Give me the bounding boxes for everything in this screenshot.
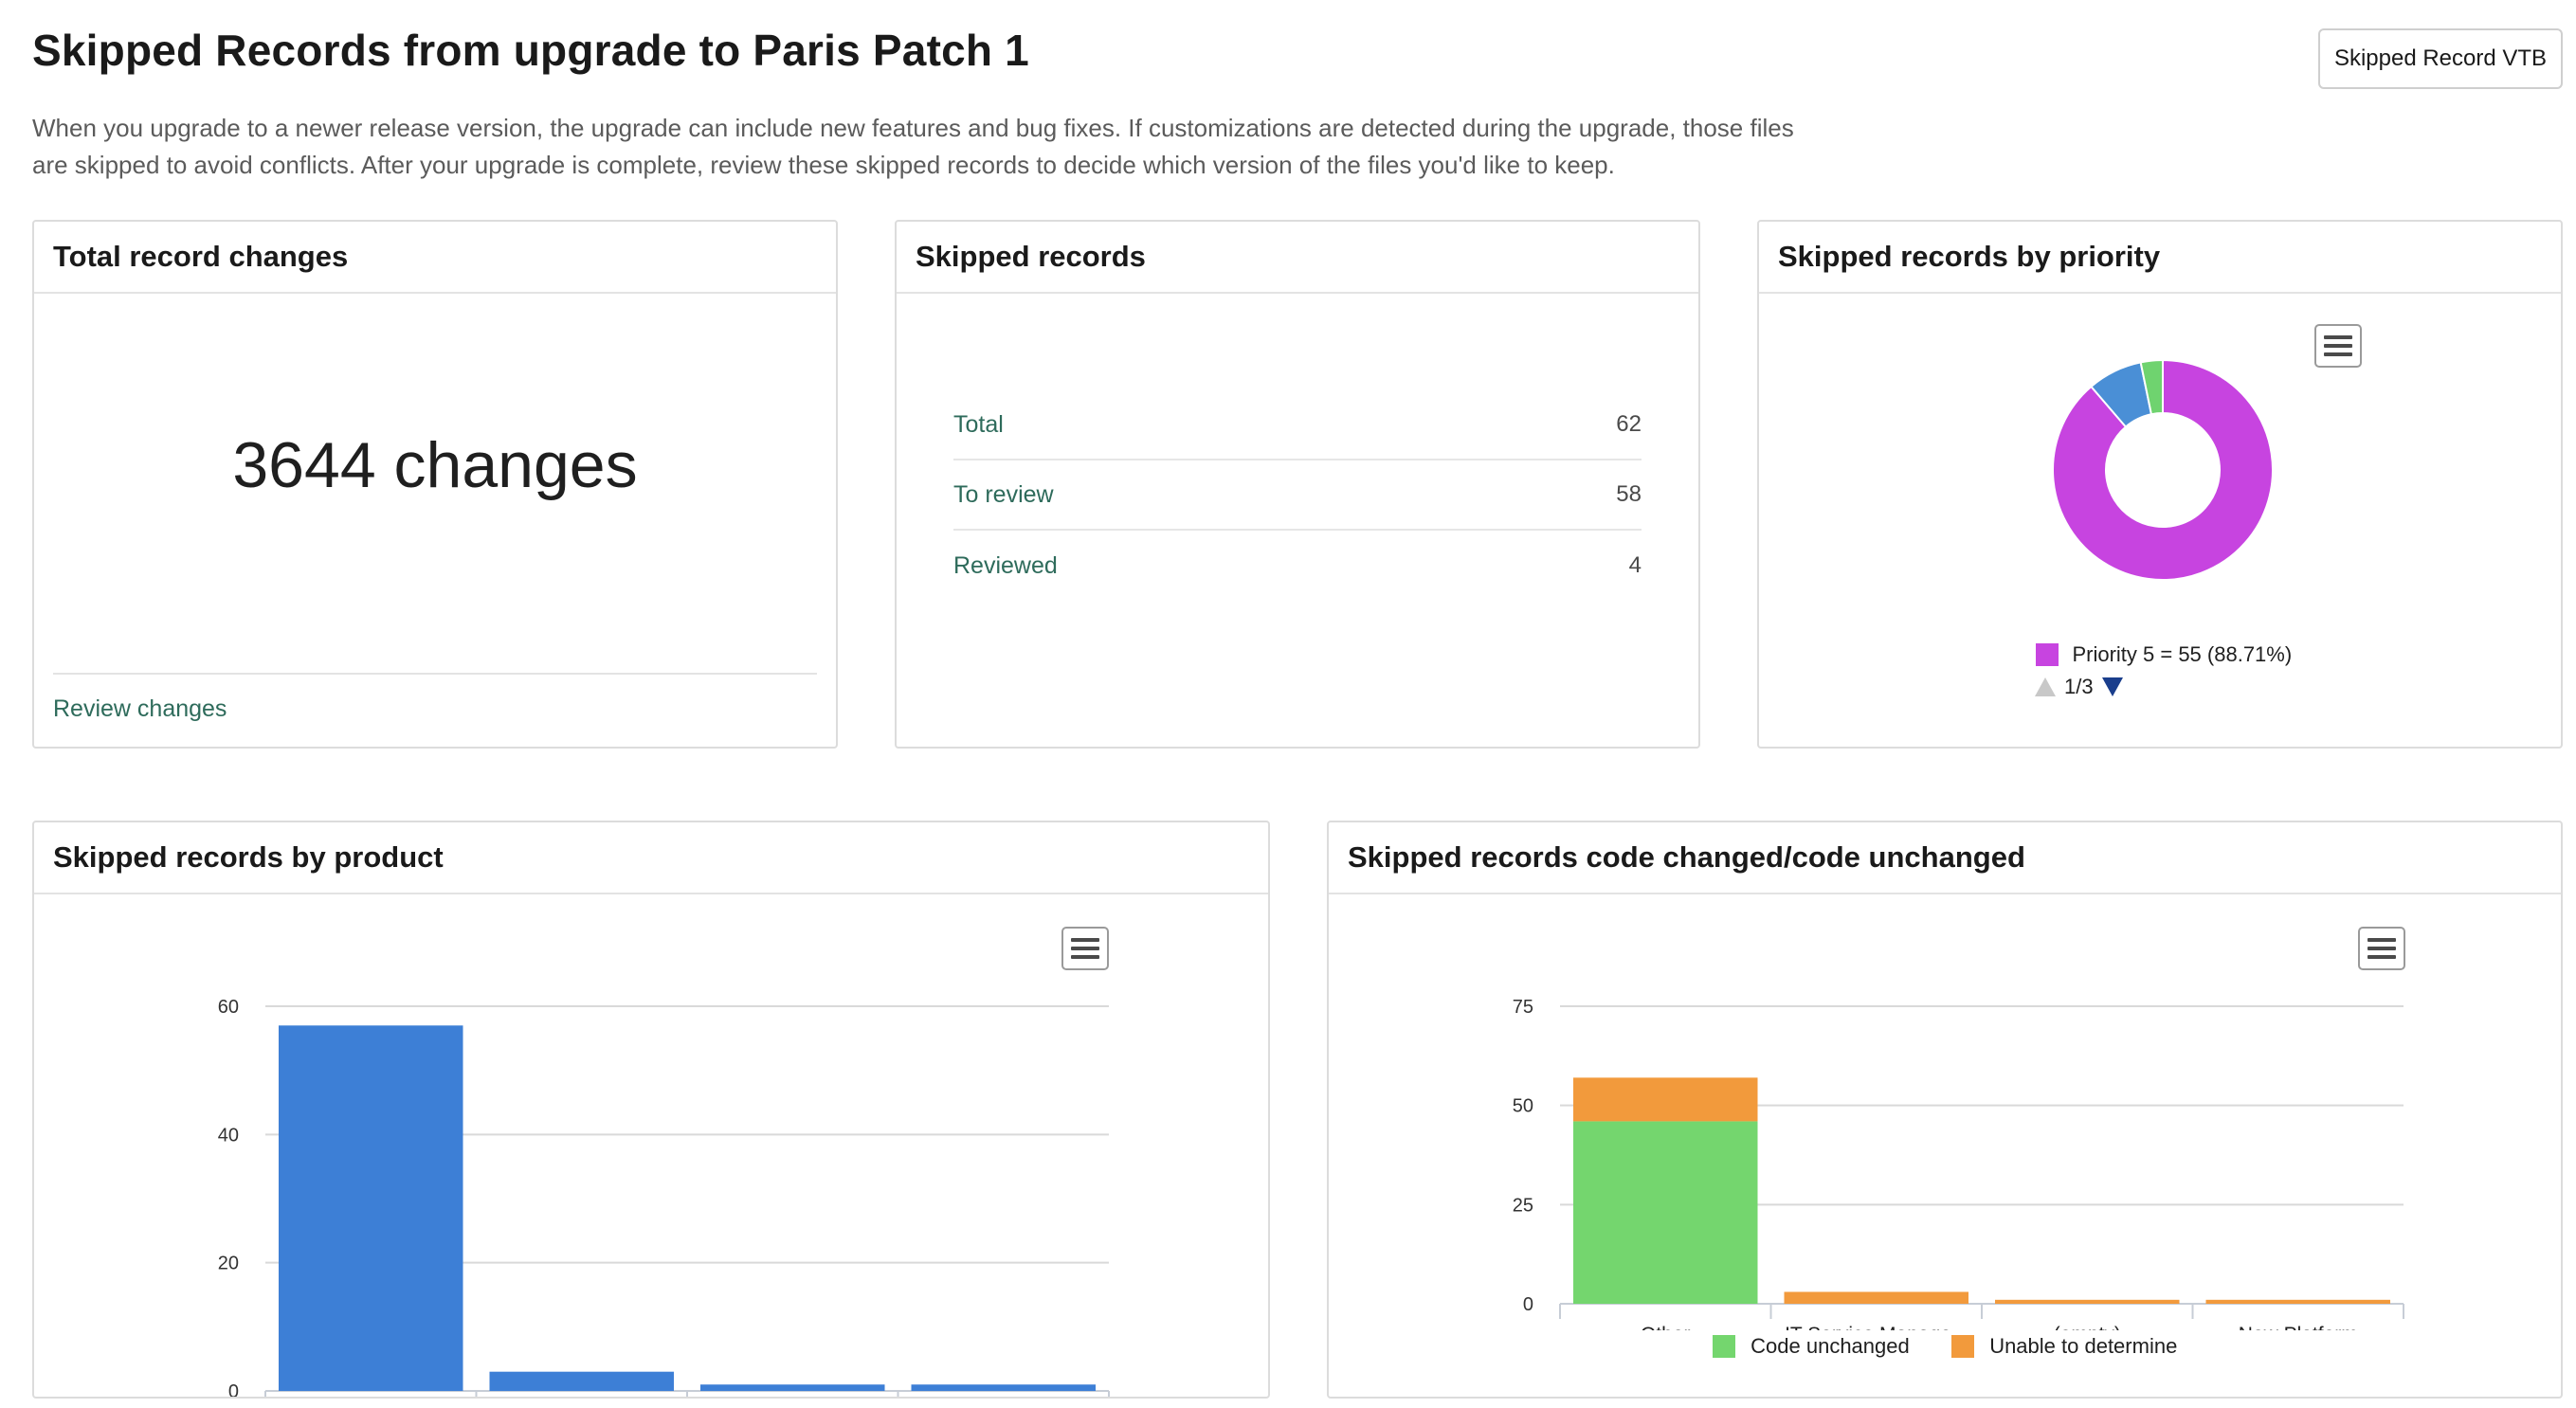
skipped-record-vtb-button[interactable]: Skipped Record VTB [2318, 28, 2563, 89]
card-title: Skipped records [897, 222, 1698, 294]
stat-value: 58 [1616, 481, 1642, 507]
stat-label[interactable]: Reviewed [953, 552, 1058, 580]
x-tick-label: Other [1641, 1324, 1691, 1330]
bar-segment[interactable] [1573, 1077, 1758, 1122]
priority-donut-chart [2052, 358, 2274, 581]
review-changes-link[interactable]: Review changes [53, 695, 227, 723]
stat-value: 4 [1628, 552, 1642, 578]
dashboard-page: Skipped Records from upgrade to Paris Pa… [0, 0, 2576, 1408]
bar[interactable] [700, 1384, 885, 1391]
x-tick-label: IT Service Manage... [1785, 1324, 1968, 1330]
legend-item-code-unchanged[interactable]: Code unchanged [1712, 1334, 1910, 1359]
y-tick-label: 0 [228, 1381, 239, 1397]
legend-label: Unable to determine [1989, 1334, 2178, 1358]
description-line-1: When you upgrade to a newer release vers… [32, 114, 1794, 142]
legend-pager: 1/3 [2034, 675, 2124, 699]
legend-swatch [1712, 1335, 1735, 1358]
skipped-records-list: Total 62 To review 58 Reviewed 4 [953, 390, 1642, 601]
card-title: Skipped records code changed/code unchan… [1329, 822, 2561, 894]
bar-segment[interactable] [1573, 1121, 1758, 1304]
stat-value: 62 [1616, 411, 1642, 437]
pager-down-icon[interactable] [2101, 677, 2124, 697]
y-tick-label: 20 [218, 1254, 239, 1274]
x-tick-label: (empty) [2054, 1324, 2121, 1330]
code-changed-bar-chart: 0 25 50 75 Other IT Service Manage... (empty) N… [1513, 997, 2404, 1330]
stat-label[interactable]: Total [953, 411, 1004, 439]
y-tick-label: 25 [1513, 1195, 1533, 1216]
skipped-by-priority-card: Skipped records by priority Priority 5 =… [1757, 220, 2563, 749]
stat-label[interactable]: To review [953, 481, 1054, 509]
bar[interactable] [911, 1384, 1097, 1391]
legend-item-unable-to-determine[interactable]: Unable to determine [1950, 1334, 2178, 1359]
card-title: Skipped records by product [34, 822, 1268, 894]
y-tick-label: 75 [1513, 997, 1533, 1018]
pager-text: 1/3 [2064, 675, 2094, 698]
stat-row-reviewed[interactable]: Reviewed 4 [953, 531, 1642, 601]
legend-swatch [1950, 1335, 1974, 1358]
card-title: Total record changes [34, 222, 836, 294]
skipped-records-card: Skipped records Total 62 To review 58 Re… [895, 220, 1700, 749]
bar[interactable] [489, 1371, 675, 1391]
legend-label[interactable]: Priority 5 = 55 (88.71%) [2072, 642, 2292, 666]
bar-segment[interactable] [2205, 1299, 2391, 1304]
y-tick-label: 0 [1523, 1294, 1533, 1315]
y-tick-label: 60 [218, 997, 239, 1018]
y-tick-label: 50 [1513, 1096, 1533, 1117]
page-description: When you upgrade to a newer release vers… [32, 110, 1833, 184]
total-changes-value[interactable]: 3644 changes [34, 428, 836, 502]
bar[interactable] [279, 1025, 463, 1391]
divider [53, 673, 817, 675]
legend-label: Code unchanged [1751, 1334, 1910, 1358]
x-tick-label: Now Platform [2239, 1324, 2358, 1330]
card-title: Skipped records by priority [1759, 222, 2561, 294]
legend-swatch-priority-5[interactable] [2036, 643, 2059, 666]
bar-segment[interactable] [1995, 1299, 2180, 1304]
pie-legend: Priority 5 = 55 (88.71%) [2036, 642, 2292, 667]
total-record-changes-card: Total record changes 3644 changes Review… [32, 220, 838, 749]
y-tick-label: 40 [218, 1125, 239, 1146]
skipped-by-product-card: Skipped records by product 0204060OtherI… [32, 821, 1270, 1399]
page-title: Skipped Records from upgrade to Paris Pa… [32, 26, 1029, 75]
code-changed-card: Skipped records code changed/code unchan… [1327, 821, 2563, 1399]
code-chart-legend: Code unchanged Unable to determine [1329, 1334, 2561, 1359]
product-bar-chart: 0204060OtherIT Service Manage...(empty)N… [218, 997, 1110, 1397]
pager-up-icon[interactable] [2034, 677, 2057, 697]
stat-row-to-review[interactable]: To review 58 [953, 460, 1642, 531]
bar-segment[interactable] [1784, 1291, 1969, 1304]
stat-row-total[interactable]: Total 62 [953, 390, 1642, 460]
description-line-2: are skipped to avoid conflicts. After yo… [32, 151, 1615, 179]
